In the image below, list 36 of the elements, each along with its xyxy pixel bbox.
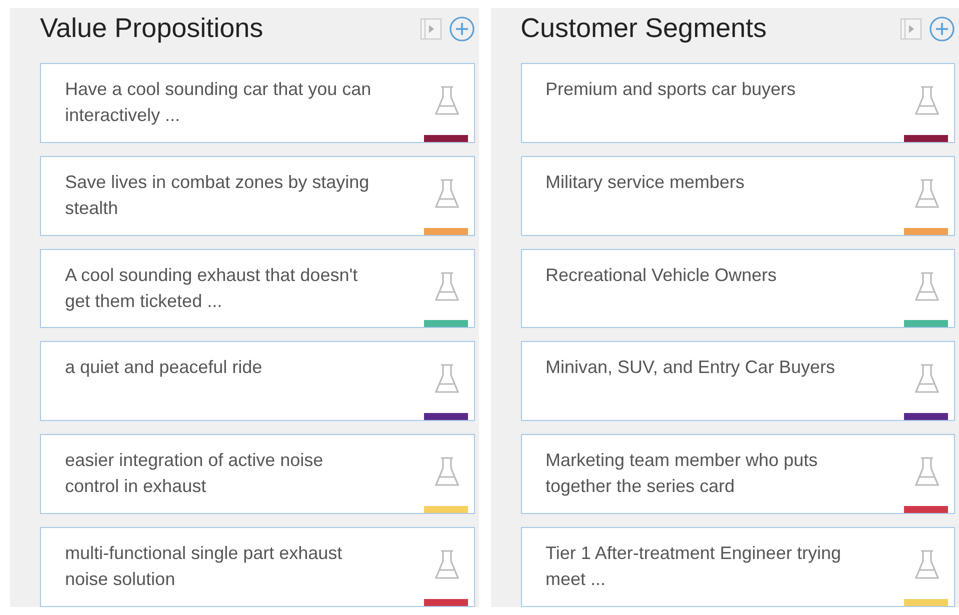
sticky-card[interactable]: Tier 1 After-treatment Engineer trying meet ... <box>520 527 955 607</box>
sticky-card[interactable]: A cool sounding exhaust that doesn't get them ticketed ... <box>40 248 474 328</box>
sticky-card[interactable]: Marketing team member who puts together the series card <box>520 434 955 514</box>
column-title: Value Propositions <box>40 13 264 44</box>
sticky-card[interactable]: Have a cool sounding car that you can interactively ... <box>40 62 474 143</box>
flask-icon[interactable] <box>914 176 940 211</box>
sticky-card[interactable]: Minivan, SUV, and Entry Car Buyers <box>520 341 955 422</box>
sticky-card[interactable]: Recreational Vehicle Owners <box>520 248 955 328</box>
card-text: multi-functional single part exhaust noise solution <box>65 542 344 592</box>
card-text: Recreational Vehicle Owners <box>546 264 778 287</box>
flask-icon[interactable] <box>434 270 460 304</box>
card-text: Tier 1 After-treatment Engineer trying meet ... <box>546 542 842 592</box>
sticky-card[interactable]: multi-functional single part exhaust noise solution <box>40 527 474 607</box>
sticky-card[interactable]: Military service members <box>520 156 955 236</box>
sticky-card[interactable]: Premium and sports car buyers <box>520 62 955 143</box>
sticky-card[interactable]: a quiet and peaceful ride <box>40 341 474 422</box>
card-text: a quiet and peaceful ride <box>65 356 264 380</box>
play-icon[interactable] <box>418 16 442 41</box>
card-text: Military service members <box>546 170 746 194</box>
card-text: Minivan, SUV, and Entry Car Buyers <box>546 356 836 380</box>
card-text: A cool sounding exhaust that doesn't get them ticketed ... <box>65 264 359 313</box>
card-text: easier integration of active noise control in exhaust <box>65 449 324 498</box>
card-text: Premium and sports car buyers <box>546 78 797 101</box>
sticky-card[interactable]: Save lives in combat zones by staying stealth <box>40 156 474 236</box>
add-icon[interactable] <box>448 16 474 42</box>
column-title: Customer Segments <box>520 13 768 44</box>
flask-icon[interactable] <box>914 270 940 304</box>
flask-icon[interactable] <box>434 176 460 211</box>
flask-icon[interactable] <box>434 84 460 118</box>
add-icon[interactable] <box>929 16 955 42</box>
card-text: Have a cool sounding car that you can interactively ... <box>65 78 372 127</box>
card-text: Marketing team member who puts together the series card <box>546 449 819 498</box>
flask-icon[interactable] <box>914 84 940 118</box>
sticky-card[interactable]: easier integration of active noise control in exhaust <box>40 434 474 514</box>
card-text: Save lives in combat zones by staying stealth <box>65 170 370 220</box>
play-icon[interactable] <box>899 16 923 41</box>
